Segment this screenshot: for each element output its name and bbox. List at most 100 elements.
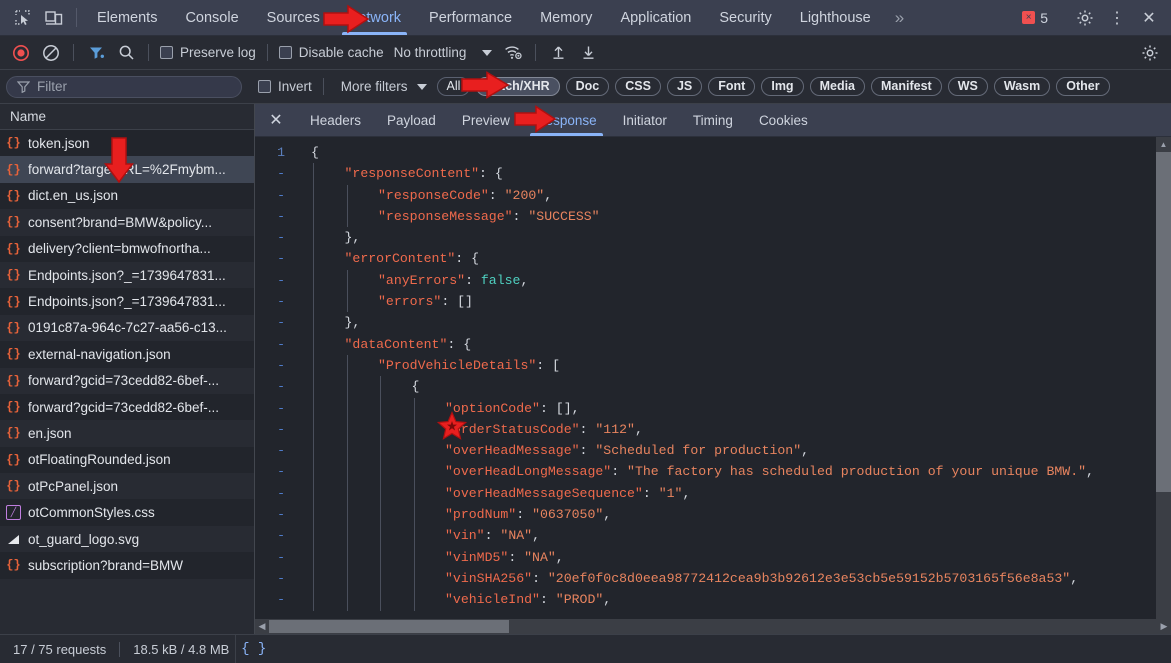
code-line: - "prodNum": "0637050", — [255, 504, 1156, 526]
code-text: }, — [345, 227, 361, 248]
clear-button[interactable] — [36, 40, 66, 66]
device-toolbar-icon[interactable] — [38, 0, 70, 35]
filter-chip-ws[interactable]: WS — [947, 77, 988, 96]
tab-headers[interactable]: Headers — [297, 104, 374, 136]
response-horizontal-scrollbar[interactable]: ◀ ▶ — [255, 619, 1171, 634]
filter-chip-css[interactable]: CSS — [615, 77, 661, 96]
request-row[interactable]: {} en.json — [0, 420, 254, 447]
more-options-kebab-icon[interactable]: ⋮ — [1101, 8, 1133, 28]
close-detail-icon[interactable]: ✕ — [255, 104, 297, 136]
request-row[interactable]: {} delivery?client=bmwofnortha... — [0, 235, 254, 262]
scroll-left-arrow-icon[interactable]: ◀ — [255, 621, 269, 632]
disable-cache-checkbox[interactable]: Disable cache — [275, 45, 388, 60]
chip-label: Wasm — [1003, 79, 1041, 93]
chip-label: Doc — [575, 79, 600, 93]
record-button[interactable] — [6, 40, 36, 66]
error-count-badge[interactable]: × 5 — [1014, 10, 1056, 26]
request-row[interactable]: {} Endpoints.json?_=1739647831... — [0, 261, 254, 289]
tab-console[interactable]: Console — [171, 0, 252, 35]
tab-label: Payload — [387, 112, 436, 128]
tab-label: Network — [347, 9, 402, 26]
horizontal-scroll-thumb[interactable] — [269, 620, 509, 633]
request-row[interactable]: {} forward?gcid=73cedd82-6bef-... — [0, 367, 254, 394]
request-row[interactable]: {} consent?brand=BMW&policy... — [0, 209, 254, 236]
request-row[interactable]: {} forward?gcid=73cedd82-6bef-... — [0, 393, 254, 421]
filter-placeholder: Filter — [37, 79, 67, 94]
control-bar-right — [1135, 40, 1165, 66]
code-text: "vin": "NA", — [445, 525, 540, 546]
filter-chip-fetch-xhr[interactable]: Fetch/XHR — [476, 77, 560, 96]
scroll-right-arrow-icon[interactable]: ▶ — [1157, 621, 1171, 632]
invert-checkbox[interactable]: Invert — [254, 79, 316, 94]
network-settings-gear-icon[interactable] — [1135, 40, 1165, 66]
request-row[interactable]: {} subscription?brand=BMW — [0, 552, 254, 579]
code-line: - "vin": "NA", — [255, 525, 1156, 547]
scroll-up-arrow-icon[interactable]: ▲ — [1156, 137, 1171, 152]
response-vertical-scrollbar[interactable]: ▲ — [1156, 137, 1171, 619]
filter-chip-img[interactable]: Img — [761, 77, 804, 96]
pretty-print-button[interactable]: { } — [235, 635, 271, 663]
request-row[interactable]: {} token.json — [0, 130, 254, 157]
network-conditions-icon[interactable] — [498, 40, 528, 66]
tab-label: Initiator — [622, 112, 667, 128]
tab-network[interactable]: Network — [334, 0, 415, 35]
tab-security[interactable]: Security — [705, 0, 785, 35]
preserve-log-checkbox[interactable]: Preserve log — [156, 45, 260, 60]
filter-chip-all[interactable]: All — [436, 77, 471, 96]
request-row[interactable]: ╱ otCommonStyles.css — [0, 499, 254, 526]
settings-gear-icon[interactable] — [1069, 9, 1101, 27]
filter-toggle-icon[interactable] — [81, 40, 111, 66]
json-icon: {} — [6, 136, 21, 151]
tab-performance[interactable]: Performance — [415, 0, 526, 35]
request-rows-container[interactable]: {} token.json {} forward?targetURL=%2Fmybm.… — [0, 130, 254, 634]
tab-label: Headers — [310, 112, 362, 128]
tab-memory[interactable]: Memory — [526, 0, 606, 35]
code-text: "errorContent": { — [345, 248, 480, 269]
request-row[interactable]: {} forward?targetURL=%2Fmybm... — [0, 156, 254, 183]
code-text: "errors": [] — [378, 291, 473, 312]
request-row[interactable]: {} Endpoints.json?_=1739647831... — [0, 288, 254, 315]
request-row[interactable]: {} dict.en_us.json — [0, 182, 254, 210]
tab-initiator[interactable]: Initiator — [610, 104, 680, 136]
request-row[interactable]: {} otPcPanel.json — [0, 473, 254, 500]
request-row[interactable]: {} otFloatingRounded.json — [0, 446, 254, 474]
filter-chip-other[interactable]: Other — [1056, 77, 1110, 96]
filter-chip-manifest[interactable]: Manifest — [871, 77, 942, 96]
tab-sources[interactable]: Sources — [253, 0, 334, 35]
tab-cookies[interactable]: Cookies — [746, 104, 821, 136]
request-list-header[interactable]: Name — [0, 104, 254, 130]
more-filters-dropdown[interactable]: More filters — [331, 79, 437, 94]
tab-response[interactable]: Response — [523, 104, 610, 136]
request-row[interactable]: {} 0191c87a-964c-7c27-aa56-c13... — [0, 314, 254, 342]
tab-elements[interactable]: Elements — [83, 0, 171, 35]
throttling-select[interactable]: No throttling — [388, 45, 499, 60]
close-devtools-icon[interactable]: ✕ — [1133, 8, 1165, 28]
export-har-icon[interactable] — [573, 40, 603, 66]
tab-application[interactable]: Application — [606, 0, 705, 35]
tab-preview[interactable]: Preview — [449, 104, 523, 136]
tab-payload[interactable]: Payload — [374, 104, 449, 136]
inspect-cursor-icon[interactable] — [6, 0, 38, 35]
request-name: delivery?client=bmwofnortha... — [28, 241, 211, 257]
request-name: otPcPanel.json — [28, 478, 119, 494]
import-har-icon[interactable] — [543, 40, 573, 66]
request-row[interactable]: {} external-navigation.json — [0, 341, 254, 368]
tab-lighthouse[interactable]: Lighthouse — [786, 0, 885, 35]
indent-guides — [297, 163, 345, 185]
line-number: - — [277, 507, 285, 523]
filter-input[interactable]: Filter — [6, 75, 242, 98]
vertical-scroll-thumb[interactable] — [1156, 152, 1171, 492]
search-icon[interactable] — [111, 40, 141, 66]
filter-chip-js[interactable]: JS — [666, 77, 703, 96]
network-filter-bar: Filter Invert More filters All Fetch/XHR… — [0, 70, 1171, 104]
filter-chip-wasm[interactable]: Wasm — [993, 77, 1051, 96]
filter-chip-doc[interactable]: Doc — [565, 77, 610, 96]
filter-chip-media[interactable]: Media — [809, 77, 866, 96]
request-row[interactable]: ot_guard_logo.svg — [0, 525, 254, 553]
more-tabs-icon[interactable]: » — [885, 0, 914, 35]
filter-chip-font[interactable]: Font — [708, 77, 756, 96]
json-punct: : — [465, 272, 481, 288]
response-code-lines[interactable]: 1{- "responseContent": {- "responseCode": … — [255, 137, 1156, 619]
tab-timing[interactable]: Timing — [680, 104, 746, 136]
json-punct: , — [801, 443, 810, 459]
